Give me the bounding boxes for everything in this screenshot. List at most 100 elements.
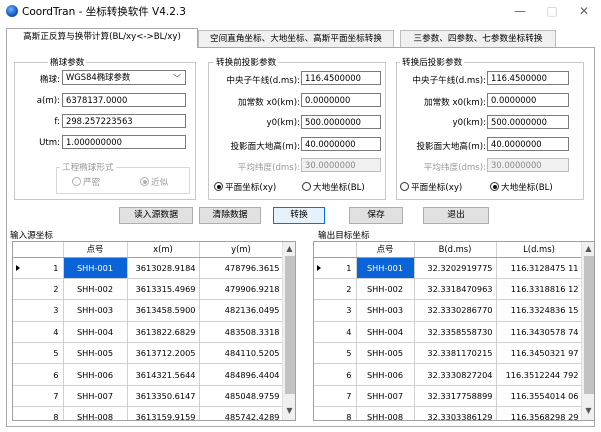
after-plane-radio[interactable]: 平面坐标(xy) (400, 181, 462, 193)
coordinate-cell[interactable]: 116.3128475 11 (496, 257, 583, 279)
before-lat-field[interactable]: 30.0000000 (301, 158, 381, 172)
coordinate-cell[interactable]: 3614321.5644 (127, 363, 200, 386)
row-header[interactable]: 7 (314, 385, 357, 408)
table-row[interactable]: 5 SHH-005 32.3381170215 116.3450321 97 (314, 342, 583, 365)
table-row[interactable]: 2 SHH-002 3613315.4969 479906.9218 (13, 278, 284, 301)
coordinate-cell[interactable]: 116.3512244 792 (496, 363, 583, 386)
coordinate-cell[interactable]: 484110.5205 (199, 342, 284, 365)
before-plane-radio[interactable]: 平面坐标(xy) (214, 181, 276, 193)
coordinate-cell[interactable]: 116.3450321 97 (496, 342, 583, 365)
table-row[interactable]: 7 SHH-007 3613350.6147 485048.9759 (13, 385, 284, 408)
source-column-header[interactable]: y(m) (199, 242, 284, 258)
a-field[interactable]: 6378137.0000 (62, 93, 186, 107)
tab-space-geodetic[interactable]: 空间直角坐标、大地坐标、高斯平面坐标转换 (198, 30, 394, 47)
coordinate-cell[interactable]: 116.3324836 15 (496, 299, 583, 322)
row-header[interactable]: 1 (13, 257, 64, 279)
coordinate-cell[interactable]: 116.3318816 12 (496, 278, 583, 301)
target-grid[interactable]: 点号 B(d.ms) L(d.ms) 1 SHH-001 32.3202919775 11… (313, 241, 595, 421)
utm-field[interactable]: 1.000000000 (62, 135, 186, 149)
before-cm-field[interactable]: 116.4500000 (301, 71, 381, 85)
coordinate-cell[interactable]: 483508.3318 (199, 321, 284, 344)
coordinate-cell[interactable]: 484896.4404 (199, 363, 284, 386)
coordinate-cell[interactable]: 3613350.6147 (127, 385, 200, 408)
row-header[interactable]: 5 (13, 342, 64, 365)
clear-data-button[interactable]: 清除数据 (199, 207, 261, 224)
row-header[interactable]: 2 (314, 278, 357, 301)
table-row[interactable]: 4 SHH-004 32.3358558730 116.3430578 74 (314, 321, 583, 344)
coordinate-cell[interactable]: 3613315.4969 (127, 278, 200, 301)
scroll-down-icon[interactable]: ▼ (283, 406, 295, 415)
coordinate-cell[interactable]: 32.3303386129 (414, 406, 497, 420)
point-id-cell[interactable]: SHH-006 (356, 363, 415, 386)
point-id-cell[interactable]: SHH-002 (63, 278, 128, 301)
scroll-up-icon[interactable]: ▲ (283, 244, 295, 253)
point-id-cell[interactable]: SHH-001 (356, 257, 415, 279)
tab-parameters[interactable]: 三参数、四参数、七参数坐标转换 (400, 30, 556, 47)
point-id-cell[interactable]: SHH-005 (356, 342, 415, 365)
after-x0-field[interactable]: 0.0000000 (487, 93, 569, 107)
point-id-cell[interactable]: SHH-004 (63, 321, 128, 344)
point-id-cell[interactable]: SHH-005 (63, 342, 128, 365)
table-row[interactable]: 6 SHH-006 3614321.5644 484896.4404 (13, 363, 284, 386)
point-id-cell[interactable]: SHH-008 (63, 406, 128, 420)
coordinate-cell[interactable]: 32.3318470963 (414, 278, 497, 301)
tab-gauss[interactable]: 高斯正反算与换带计算(BL/xy<->BL/xy) (6, 28, 198, 48)
source-scrollbar[interactable]: ▲ ▼ (282, 242, 295, 420)
table-row[interactable]: 1 SHH-001 32.3202919775 116.3128475 11 (314, 257, 583, 279)
target-column-header[interactable]: 点号 (356, 242, 415, 258)
row-header[interactable]: 1 (314, 257, 357, 279)
row-header[interactable]: 8 (314, 406, 357, 420)
coordinate-cell[interactable]: 116.3430578 74 (496, 321, 583, 344)
coordinate-cell[interactable]: 3613712.2005 (127, 342, 200, 365)
coordinate-cell[interactable]: 116.3568298 29 (496, 406, 583, 420)
table-row[interactable]: 1 SHH-001 3613028.9184 478796.3615 (13, 257, 284, 279)
after-y0-field[interactable]: 500.0000000 (487, 115, 569, 129)
point-id-cell[interactable]: SHH-004 (356, 321, 415, 344)
table-row[interactable]: 2 SHH-002 32.3318470963 116.3318816 12 (314, 278, 583, 301)
row-header[interactable]: 7 (13, 385, 64, 408)
before-h-field[interactable]: 40.0000000 (301, 137, 381, 151)
scroll-up-icon[interactable]: ▲ (582, 244, 594, 253)
row-header[interactable]: 4 (314, 321, 357, 344)
minimize-button[interactable]: — (510, 3, 530, 19)
row-header[interactable]: 5 (314, 342, 357, 365)
target-scroll-thumb[interactable] (584, 256, 594, 394)
approx-radio[interactable]: 近似 (140, 176, 168, 188)
coordinate-cell[interactable]: 3613458.5900 (127, 299, 200, 322)
coordinate-cell[interactable]: 478796.3615 (199, 257, 284, 279)
maximize-button[interactable]: □ (542, 3, 562, 19)
after-lat-field[interactable]: 30.0000000 (487, 158, 569, 172)
table-row[interactable]: 8 SHH-008 3613159.9159 485742.4289 (13, 406, 284, 420)
coordinate-cell[interactable]: 485048.9759 (199, 385, 284, 408)
coordinate-cell[interactable]: 32.3317758899 (414, 385, 497, 408)
row-header[interactable]: 6 (13, 363, 64, 386)
after-h-field[interactable]: 40.0000000 (487, 137, 569, 151)
coordinate-cell[interactable]: 32.3358558730 (414, 321, 497, 344)
before-geodetic-radio[interactable]: 大地坐标(BL) (302, 181, 365, 193)
exit-button[interactable]: 退出 (423, 207, 489, 224)
ellipsoid-select[interactable]: WGS84椭球参数 ﹀ (62, 70, 186, 85)
coordinate-cell[interactable]: 116.3554014 06 (496, 385, 583, 408)
row-header[interactable]: 3 (314, 299, 357, 322)
source-column-header[interactable]: x(m) (127, 242, 200, 258)
after-geodetic-radio[interactable]: 大地坐标(BL) (490, 181, 553, 193)
source-grid[interactable]: 点号 x(m) y(m) 1 SHH-001 3613028.9184 478796.36… (12, 241, 296, 421)
point-id-cell[interactable]: SHH-008 (356, 406, 415, 420)
point-id-cell[interactable]: SHH-001 (63, 257, 128, 279)
source-column-header[interactable]: 点号 (63, 242, 128, 258)
coordinate-cell[interactable]: 32.3330286770 (414, 299, 497, 322)
table-row[interactable]: 4 SHH-004 3613822.6829 483508.3318 (13, 321, 284, 344)
after-cm-field[interactable]: 116.4500000 (487, 71, 569, 85)
coordinate-cell[interactable]: 3613822.6829 (127, 321, 200, 344)
coordinate-cell[interactable]: 32.3330827204 (414, 363, 497, 386)
coordinate-cell[interactable]: 3613159.9159 (127, 406, 200, 420)
coordinate-cell[interactable]: 485742.4289 (199, 406, 284, 420)
row-header[interactable]: 8 (13, 406, 64, 420)
point-id-cell[interactable]: SHH-003 (63, 299, 128, 322)
convert-button[interactable]: 转换 (273, 207, 325, 224)
rigorous-radio[interactable]: 严密 (72, 176, 100, 188)
target-column-header[interactable] (314, 242, 357, 258)
f-field[interactable]: 298.257223563 (62, 114, 186, 128)
point-id-cell[interactable]: SHH-007 (63, 385, 128, 408)
target-column-header[interactable]: B(d.ms) (414, 242, 497, 258)
